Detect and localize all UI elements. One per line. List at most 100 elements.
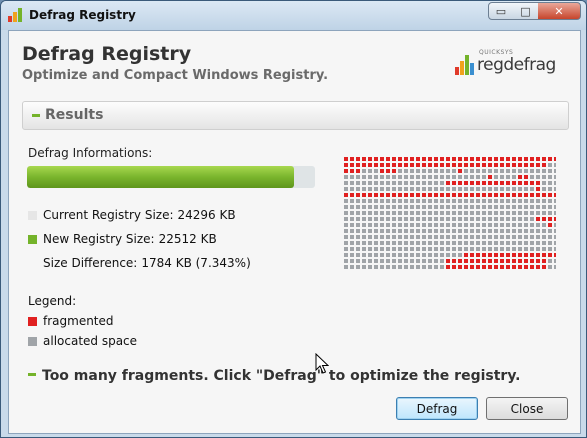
- allocated-block: [506, 229, 510, 233]
- allocated-block: [344, 187, 348, 191]
- allocated-block: [446, 199, 450, 203]
- fragmented-block: [536, 265, 540, 269]
- close-button[interactable]: Close: [486, 397, 568, 420]
- allocated-block: [458, 217, 462, 221]
- fragmented-block: [344, 169, 348, 173]
- allocated-block: [410, 223, 414, 227]
- allocated-block: [548, 169, 552, 173]
- allocated-block: [482, 235, 486, 239]
- allocated-block: [428, 211, 432, 215]
- fragmented-block: [380, 163, 384, 167]
- results-label: Results: [45, 107, 104, 123]
- allocated-block: [542, 223, 546, 227]
- allocated-block: [512, 223, 516, 227]
- fragmented-block: [440, 163, 444, 167]
- fragmented-block: [386, 157, 390, 161]
- fragmented-block: [434, 157, 438, 161]
- allocated-block: [542, 211, 546, 215]
- allocated-block: [362, 205, 366, 209]
- fragmented-block: [368, 157, 372, 161]
- app-icon: [8, 8, 24, 22]
- allocated-block: [470, 211, 474, 215]
- fragmented-block: [350, 163, 354, 167]
- fragmented-block: [374, 163, 378, 167]
- fragmented-block: [494, 157, 498, 161]
- allocated-block: [458, 175, 462, 179]
- allocated-block: [548, 229, 552, 233]
- allocated-block: [530, 235, 534, 239]
- fragmented-block: [488, 163, 492, 167]
- fragmented-block: [350, 193, 354, 197]
- allocated-block: [542, 247, 546, 251]
- allocated-block: [482, 217, 486, 221]
- allocated-block: [428, 175, 432, 179]
- allocated-block: [482, 211, 486, 215]
- allocated-block: [410, 229, 414, 233]
- allocated-block: [500, 175, 504, 179]
- allocated-block: [374, 217, 378, 221]
- allocated-block: [362, 187, 366, 191]
- allocated-block: [536, 235, 540, 239]
- fragmented-block: [500, 193, 504, 197]
- page-subtitle: Optimize and Compact Windows Registry.: [22, 68, 329, 83]
- allocated-block: [506, 205, 510, 209]
- allocated-block: [476, 205, 480, 209]
- allocated-block: [356, 205, 360, 209]
- allocated-block: [446, 223, 450, 227]
- allocated-block: [374, 259, 378, 263]
- allocated-block: [518, 235, 522, 239]
- fragmented-block: [512, 157, 516, 161]
- fragmented-block: [512, 253, 516, 257]
- fragmented-block: [488, 259, 492, 263]
- allocated-block: [374, 247, 378, 251]
- title-bar[interactable]: Defrag Registry ▭ □ ✕: [1, 1, 586, 30]
- allocated-block: [542, 205, 546, 209]
- status-message: Too many fragments. Click "Defrag" to op…: [28, 368, 521, 384]
- allocated-block: [434, 253, 438, 257]
- fragmented-block: [524, 253, 528, 257]
- allocated-swatch: [28, 337, 37, 346]
- fragmented-block: [518, 163, 522, 167]
- allocated-block: [440, 199, 444, 203]
- allocated-block: [494, 211, 498, 215]
- allocated-block: [548, 247, 552, 251]
- maximize-button[interactable]: □: [513, 2, 539, 20]
- allocated-block: [380, 229, 384, 233]
- close-window-button[interactable]: ✕: [538, 2, 581, 20]
- allocated-block: [434, 247, 438, 251]
- size-difference-value: 1784 KB (7.343%): [141, 256, 251, 270]
- fragmented-block: [470, 265, 474, 269]
- allocated-block: [380, 259, 384, 263]
- fragmented-block: [488, 157, 492, 161]
- minimize-button[interactable]: ▭: [488, 2, 514, 20]
- allocated-block: [398, 181, 402, 185]
- allocated-block: [464, 205, 468, 209]
- allocated-block: [434, 223, 438, 227]
- fragmented-block: [530, 259, 534, 263]
- fragmented-block: [362, 163, 366, 167]
- results-section-header[interactable]: Results: [22, 101, 569, 130]
- fragmented-block: [356, 193, 360, 197]
- fragmented-block: [524, 193, 528, 197]
- allocated-block: [470, 169, 474, 173]
- allocated-block: [428, 229, 432, 233]
- allocated-block: [428, 169, 432, 173]
- fragmented-block: [524, 181, 528, 185]
- allocated-block: [380, 199, 384, 203]
- fragmented-block: [488, 181, 492, 185]
- allocated-block: [392, 229, 396, 233]
- fragmented-block: [524, 163, 528, 167]
- allocated-block: [434, 175, 438, 179]
- fragmented-block: [410, 193, 414, 197]
- allocated-block: [416, 187, 420, 191]
- new-size-swatch: [28, 235, 37, 244]
- defrag-button[interactable]: Defrag: [396, 397, 478, 420]
- allocated-block: [362, 259, 366, 263]
- fragmented-block: [458, 181, 462, 185]
- allocated-block: [470, 217, 474, 221]
- allocated-block: [446, 253, 450, 257]
- allocated-block: [410, 169, 414, 173]
- allocated-block: [410, 247, 414, 251]
- allocated-block: [434, 265, 438, 269]
- allocated-block: [506, 247, 510, 251]
